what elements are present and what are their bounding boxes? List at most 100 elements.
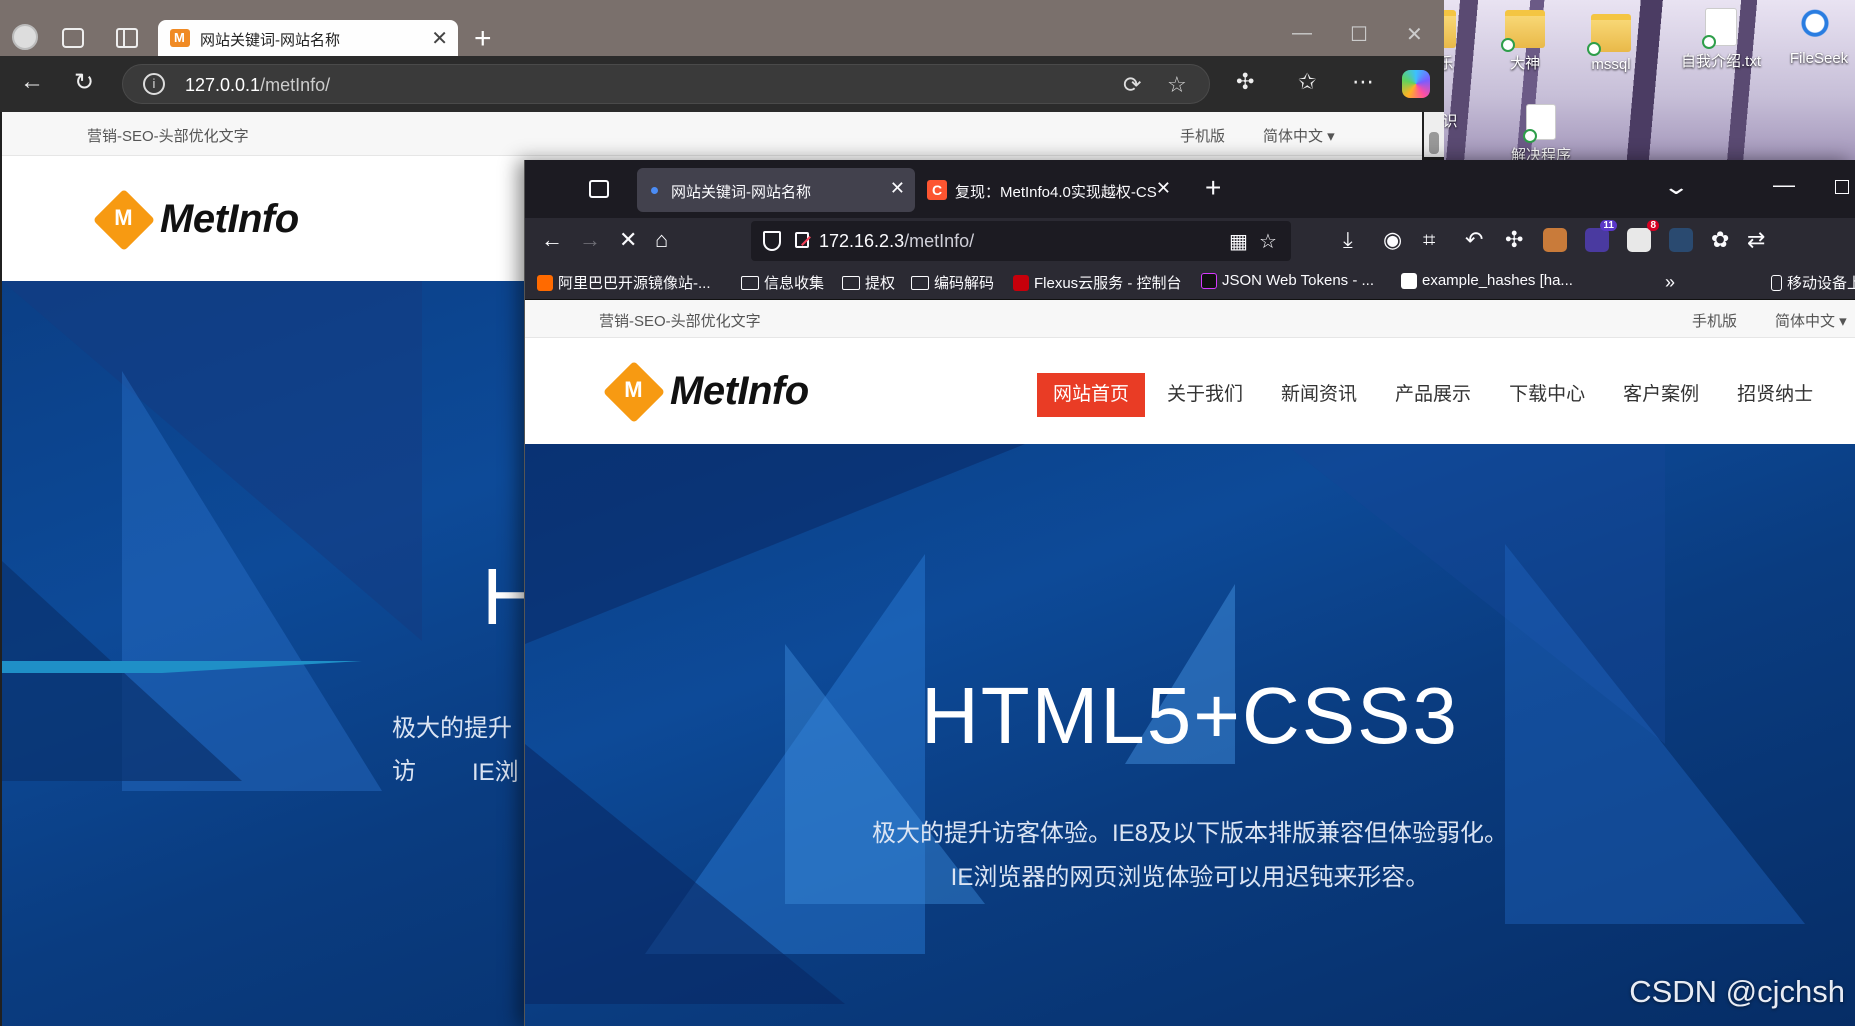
bookmark-item[interactable]: JSON Web Tokens - ... [1201,272,1374,289]
mobile-bookmarks[interactable]: 移动设备上 [1771,272,1855,293]
hero-title: HTML5+CSS3 [921,671,1459,760]
new-tab-button[interactable]: + [474,22,492,56]
desktop-icon-file[interactable]: 自我介绍.txt [1676,8,1766,71]
mobile-link[interactable]: 手机版 [1692,310,1737,331]
language-select[interactable]: 简体中文 ▾ [1263,125,1335,146]
close-tab-icon[interactable]: ✕ [890,178,905,199]
site-logo[interactable]: MetInfo [92,188,299,251]
desktop-icon-folder[interactable]: 大神 [1480,10,1570,73]
metinfo-logo-icon [92,188,156,251]
bookmark-star-icon[interactable]: ☆ [1259,229,1277,254]
nav-item-home[interactable]: 网站首页 [1037,373,1146,417]
account-icon[interactable]: ◉ [1383,227,1402,253]
minimize-button[interactable]: — [1292,22,1312,45]
downloads-icon[interactable]: ⤓ [1343,227,1353,253]
extension-icon[interactable]: 8 [1627,220,1659,252]
nav-item-news[interactable]: 新闻资讯 [1265,373,1373,417]
desktop-icon-folder[interactable]: mssql [1566,14,1656,73]
folder-icon [741,275,759,290]
edge-tab-active[interactable]: 网站关键词-网站名称 ✕ [158,20,458,56]
site-header: MetInfo 网站首页 关于我们 新闻资讯 产品展示 下载中心 客户案例 招贤… [525,338,1855,444]
forward-button[interactable]: → [579,227,601,253]
mobile-device-icon [1771,274,1782,291]
new-tab-button[interactable]: + [1205,172,1221,204]
vertical-tabs-icon[interactable] [116,28,138,48]
aliyun-icon [537,274,553,291]
favorites-icon[interactable]: ✩ [1298,69,1316,95]
hero-subtitle-line1: 极大的提升访客体验。IE8及以下版本排版兼容但体验弱化。 [871,820,1509,847]
desktop-icon-file[interactable]: 解决程序 [1496,104,1586,165]
jwt-icon [1201,272,1217,289]
desktop-icon-app[interactable]: FileSeek [1774,8,1855,67]
bookmark-item[interactable]: 阿里巴巴开源镜像站-... [537,272,711,293]
tracking-shield-icon[interactable] [763,231,781,251]
extensions-icon[interactable]: ✣ [1236,69,1254,95]
url-text: 172.16.2.3/metInfo/ [819,231,975,251]
bookmark-folder[interactable]: 信息收集 [741,272,824,293]
maximize-button[interactable] [1835,180,1849,194]
magnifier-icon [1799,8,1839,46]
site-topbar: 营销-SEO-头部优化文字 手机版 简体中文 ▾ [525,300,1855,338]
nav-item-about[interactable]: 关于我们 [1151,373,1259,417]
home-icon[interactable]: ⌂ [655,227,668,253]
nav-item-jobs[interactable]: 招贤纳士 [1721,373,1829,417]
insecure-lock-icon[interactable] [795,232,809,248]
minimize-button[interactable]: — [1773,172,1795,198]
extension-icon[interactable] [1543,228,1567,252]
stop-loading-button[interactable]: ✕ [619,227,637,253]
language-select[interactable]: 简体中文 ▾ [1775,310,1847,331]
bookmark-item[interactable]: Flexus云服务 - 控制台 [1013,272,1182,293]
info-icon[interactable]: i [143,73,165,95]
firefox-tab-inactive[interactable]: C 复现：MetInfo4.0实现越权-CS ✕ [921,168,1181,212]
top-slogan: 营销-SEO-头部优化文字 [87,128,249,145]
close-tab-icon[interactable]: ✕ [1156,178,1171,199]
undo-icon[interactable]: ↶ [1465,227,1483,253]
hashcat-icon [1401,272,1417,289]
maximize-button[interactable]: ☐ [1350,22,1368,47]
url-field[interactable]: i 127.0.0.1/metInfo/ ⟳ ☆ [122,64,1210,104]
site-logo[interactable]: MetInfo [602,360,809,423]
firefox-tab-active[interactable]: 网站关键词-网站名称 ✕ [637,168,915,212]
hero-banner: HTML5+CSS3 极大的提升访客体验。IE8及以下版本排版兼容但体验弱化。 … [525,444,1855,1026]
firefox-window: 网站关键词-网站名称 ✕ C 复现：MetInfo4.0实现越权-CS ✕ + … [524,160,1855,1026]
theme-icon[interactable]: ✿ [1711,227,1729,253]
back-button[interactable]: ← [20,68,44,96]
refresh-button[interactable]: ↻ [74,68,94,97]
bookmark-folder[interactable]: 编码解码 [911,272,994,293]
bookmarks-overflow-icon[interactable]: » [1665,272,1675,293]
nav-item-downloads[interactable]: 下载中心 [1493,373,1601,417]
qr-code-icon[interactable]: ▦ [1229,229,1248,254]
csdn-watermark: CSDN @cjchsh [1629,974,1845,1009]
scrollbar[interactable] [1424,112,1444,157]
url-field[interactable]: 172.16.2.3/metInfo/ ▦ ☆ [751,221,1291,261]
back-button[interactable]: ← [541,227,563,253]
nav-item-cases[interactable]: 客户案例 [1607,373,1715,417]
favorite-star-icon[interactable]: ☆ [1167,72,1187,98]
folder-icon [1501,10,1545,52]
profile-icon[interactable] [12,24,38,50]
immersive-reader-icon[interactable]: ⟳ [1123,72,1141,98]
bookmarks-toolbar: 阿里巴巴开源镜像站-... 信息收集 提权 编码解码 Flexus云服务 - 控… [525,264,1855,300]
hero-subtitle-line2: IE浏览器的网页浏览体验可以用迟钝来形容。 [950,864,1430,891]
extensions-icon[interactable]: ✣ [1505,227,1523,253]
bookmark-item[interactable]: example_hashes [ha... [1401,272,1573,289]
translate-icon[interactable]: ⇄ [1747,227,1765,253]
more-menu-icon[interactable]: ⋯ [1352,69,1374,95]
bookmark-folder[interactable]: 提权 [842,272,895,293]
loading-dot-icon [651,187,658,194]
copilot-icon[interactable] [1402,70,1430,98]
workspaces-icon[interactable] [62,28,84,48]
huawei-icon [1013,274,1029,291]
nav-item-products[interactable]: 产品展示 [1379,373,1487,417]
screenshot-crop-icon[interactable]: ⌗ [1423,227,1435,253]
metinfo-favicon-icon [170,29,190,47]
extension-icon[interactable]: 11 [1585,220,1617,252]
firefox-view-icon[interactable] [589,180,609,198]
firefox-page: 营销-SEO-头部优化文字 手机版 简体中文 ▾ MetInfo 网站首页 关于… [525,300,1855,1026]
close-window-button[interactable]: ✕ [1406,22,1423,47]
firefox-nav-bar: ← → ✕ ⌂ 172.16.2.3/metInfo/ ▦ ☆ ⤓ ◉ ⌗ ↶ … [525,218,1855,264]
close-tab-icon[interactable]: ✕ [431,26,448,51]
extension-icon[interactable] [1669,228,1693,252]
list-all-tabs-icon[interactable]: ⌄ [1662,174,1690,200]
mobile-link[interactable]: 手机版 [1180,125,1225,146]
